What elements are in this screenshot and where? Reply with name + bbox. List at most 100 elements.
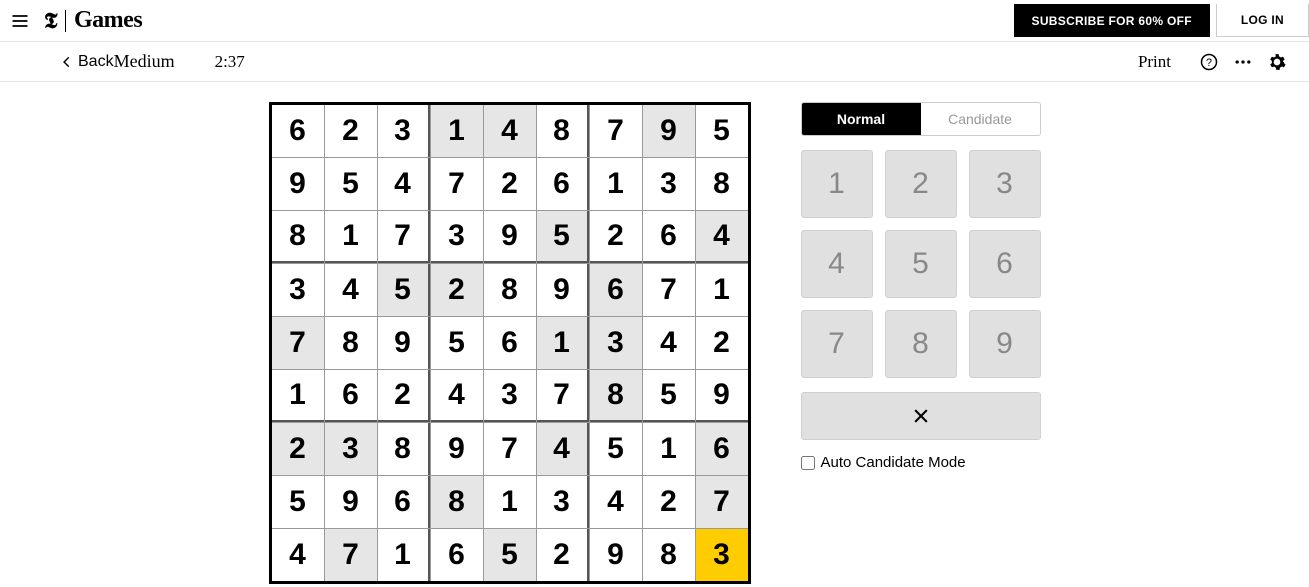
cell-r4-c4[interactable]: 6 bbox=[484, 317, 536, 369]
cell-r6-c5[interactable]: 4 bbox=[537, 423, 589, 475]
erase-button[interactable] bbox=[801, 392, 1041, 440]
cell-r0-c7[interactable]: 9 bbox=[643, 105, 695, 157]
cell-r3-c2[interactable]: 5 bbox=[378, 264, 430, 316]
cell-r6-c4[interactable]: 7 bbox=[484, 423, 536, 475]
cell-r5-c2[interactable]: 2 bbox=[378, 370, 430, 422]
cell-r6-c0[interactable]: 2 bbox=[272, 423, 324, 475]
cell-r8-c6[interactable]: 9 bbox=[590, 529, 642, 581]
cell-r1-c5[interactable]: 6 bbox=[537, 158, 589, 210]
cell-r7-c7[interactable]: 2 bbox=[643, 476, 695, 528]
cell-r1-c3[interactable]: 7 bbox=[431, 158, 483, 210]
cell-r2-c3[interactable]: 3 bbox=[431, 211, 483, 263]
cell-r0-c6[interactable]: 7 bbox=[590, 105, 642, 157]
cell-r8-c2[interactable]: 1 bbox=[378, 529, 430, 581]
cell-r0-c8[interactable]: 5 bbox=[696, 105, 748, 157]
cell-r7-c6[interactable]: 4 bbox=[590, 476, 642, 528]
logo[interactable]: 𝕿 Games bbox=[44, 7, 142, 34]
cell-r0-c3[interactable]: 1 bbox=[431, 105, 483, 157]
cell-r4-c2[interactable]: 9 bbox=[378, 317, 430, 369]
cell-r3-c4[interactable]: 8 bbox=[484, 264, 536, 316]
keypad-6[interactable]: 6 bbox=[969, 230, 1041, 298]
mode-tab-candidate[interactable]: Candidate bbox=[921, 103, 1040, 135]
cell-r5-c4[interactable]: 3 bbox=[484, 370, 536, 422]
cell-r5-c0[interactable]: 1 bbox=[272, 370, 324, 422]
cell-r2-c1[interactable]: 1 bbox=[325, 211, 377, 263]
cell-r1-c2[interactable]: 4 bbox=[378, 158, 430, 210]
cell-r0-c2[interactable]: 3 bbox=[378, 105, 430, 157]
cell-r8-c8[interactable]: 3 bbox=[696, 529, 748, 581]
auto-candidate-toggle[interactable]: Auto Candidate Mode bbox=[801, 454, 1041, 471]
cell-r7-c2[interactable]: 6 bbox=[378, 476, 430, 528]
cell-r8-c5[interactable]: 2 bbox=[537, 529, 589, 581]
cell-r4-c8[interactable]: 2 bbox=[696, 317, 748, 369]
cell-r5-c6[interactable]: 8 bbox=[590, 370, 642, 422]
cell-r2-c6[interactable]: 2 bbox=[590, 211, 642, 263]
login-button[interactable]: LOG IN bbox=[1216, 4, 1309, 37]
cell-r3-c7[interactable]: 7 bbox=[643, 264, 695, 316]
cell-r4-c5[interactable]: 1 bbox=[537, 317, 589, 369]
cell-r2-c5[interactable]: 5 bbox=[537, 211, 589, 263]
cell-r3-c5[interactable]: 9 bbox=[537, 264, 589, 316]
keypad-5[interactable]: 5 bbox=[885, 230, 957, 298]
cell-r1-c8[interactable]: 8 bbox=[696, 158, 748, 210]
keypad-1[interactable]: 1 bbox=[801, 150, 873, 218]
cell-r6-c6[interactable]: 5 bbox=[590, 423, 642, 475]
cell-r3-c3[interactable]: 2 bbox=[431, 264, 483, 316]
cell-r4-c0[interactable]: 7 bbox=[272, 317, 324, 369]
subscribe-button[interactable]: SUBSCRIBE FOR 60% OFF bbox=[1014, 4, 1210, 37]
cell-r4-c1[interactable]: 8 bbox=[325, 317, 377, 369]
settings-button[interactable] bbox=[1265, 50, 1289, 74]
cell-r6-c1[interactable]: 3 bbox=[325, 423, 377, 475]
cell-r0-c5[interactable]: 8 bbox=[537, 105, 589, 157]
cell-r6-c3[interactable]: 9 bbox=[431, 423, 483, 475]
mode-tab-normal[interactable]: Normal bbox=[802, 103, 921, 135]
cell-r1-c7[interactable]: 3 bbox=[643, 158, 695, 210]
hamburger-menu-button[interactable] bbox=[0, 11, 40, 31]
cell-r0-c1[interactable]: 2 bbox=[325, 105, 377, 157]
cell-r8-c0[interactable]: 4 bbox=[272, 529, 324, 581]
cell-r3-c1[interactable]: 4 bbox=[325, 264, 377, 316]
keypad-3[interactable]: 3 bbox=[969, 150, 1041, 218]
help-button[interactable]: ? bbox=[1197, 50, 1221, 74]
cell-r7-c8[interactable]: 7 bbox=[696, 476, 748, 528]
keypad-2[interactable]: 2 bbox=[885, 150, 957, 218]
keypad-8[interactable]: 8 bbox=[885, 310, 957, 378]
cell-r2-c0[interactable]: 8 bbox=[272, 211, 324, 263]
cell-r8-c7[interactable]: 8 bbox=[643, 529, 695, 581]
cell-r6-c2[interactable]: 8 bbox=[378, 423, 430, 475]
cell-r1-c1[interactable]: 5 bbox=[325, 158, 377, 210]
more-button[interactable] bbox=[1231, 50, 1255, 74]
cell-r1-c4[interactable]: 2 bbox=[484, 158, 536, 210]
cell-r5-c1[interactable]: 6 bbox=[325, 370, 377, 422]
cell-r8-c4[interactable]: 5 bbox=[484, 529, 536, 581]
cell-r4-c6[interactable]: 3 bbox=[590, 317, 642, 369]
back-button[interactable]: Back bbox=[60, 53, 114, 71]
cell-r4-c3[interactable]: 5 bbox=[431, 317, 483, 369]
cell-r1-c0[interactable]: 9 bbox=[272, 158, 324, 210]
cell-r4-c7[interactable]: 4 bbox=[643, 317, 695, 369]
cell-r6-c8[interactable]: 6 bbox=[696, 423, 748, 475]
cell-r0-c0[interactable]: 6 bbox=[272, 105, 324, 157]
cell-r8-c1[interactable]: 7 bbox=[325, 529, 377, 581]
cell-r5-c7[interactable]: 5 bbox=[643, 370, 695, 422]
cell-r3-c0[interactable]: 3 bbox=[272, 264, 324, 316]
keypad-7[interactable]: 7 bbox=[801, 310, 873, 378]
cell-r0-c4[interactable]: 4 bbox=[484, 105, 536, 157]
cell-r3-c6[interactable]: 6 bbox=[590, 264, 642, 316]
cell-r2-c7[interactable]: 6 bbox=[643, 211, 695, 263]
cell-r3-c8[interactable]: 1 bbox=[696, 264, 748, 316]
print-button[interactable]: Print bbox=[1138, 52, 1171, 72]
cell-r7-c0[interactable]: 5 bbox=[272, 476, 324, 528]
cell-r2-c4[interactable]: 9 bbox=[484, 211, 536, 263]
cell-r7-c4[interactable]: 1 bbox=[484, 476, 536, 528]
cell-r5-c3[interactable]: 4 bbox=[431, 370, 483, 422]
keypad-9[interactable]: 9 bbox=[969, 310, 1041, 378]
cell-r7-c5[interactable]: 3 bbox=[537, 476, 589, 528]
cell-r7-c3[interactable]: 8 bbox=[431, 476, 483, 528]
cell-r1-c6[interactable]: 1 bbox=[590, 158, 642, 210]
keypad-4[interactable]: 4 bbox=[801, 230, 873, 298]
cell-r6-c7[interactable]: 1 bbox=[643, 423, 695, 475]
cell-r2-c2[interactable]: 7 bbox=[378, 211, 430, 263]
cell-r5-c8[interactable]: 9 bbox=[696, 370, 748, 422]
auto-candidate-checkbox[interactable] bbox=[801, 456, 815, 470]
